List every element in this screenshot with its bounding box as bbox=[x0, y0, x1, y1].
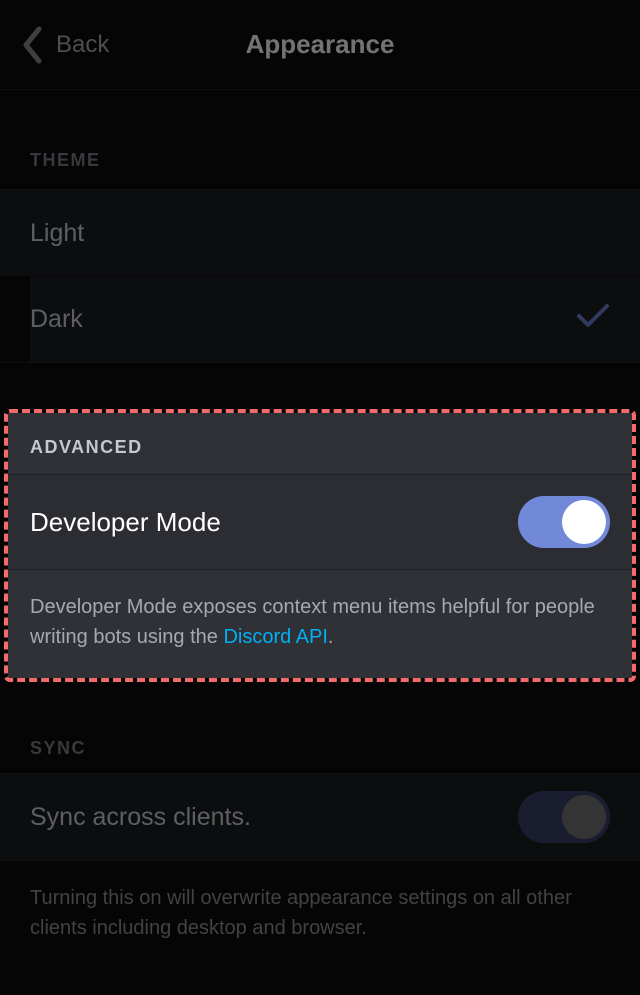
theme-option-light[interactable]: Light bbox=[0, 190, 640, 276]
sync-rows: Sync across clients. bbox=[0, 773, 640, 861]
toggle-knob bbox=[562, 795, 606, 839]
section-header-theme: THEME bbox=[0, 90, 640, 189]
developer-mode-label: Developer Mode bbox=[30, 507, 221, 538]
discord-api-link[interactable]: Discord API bbox=[223, 626, 327, 648]
sync-description: Turning this on will overwrite appearanc… bbox=[0, 861, 640, 969]
theme-option-dark[interactable]: Dark bbox=[30, 276, 640, 362]
description-suffix: . bbox=[328, 626, 334, 648]
theme-option-label: Dark bbox=[30, 305, 83, 334]
section-header-sync: SYNC bbox=[0, 708, 640, 773]
developer-mode-toggle[interactable] bbox=[518, 496, 610, 548]
back-label: Back bbox=[56, 31, 109, 59]
developer-mode-description: Developer Mode exposes context menu item… bbox=[8, 570, 632, 678]
header: Back Appearance bbox=[0, 0, 640, 90]
developer-mode-row: Developer Mode bbox=[8, 474, 632, 570]
chevron-left-icon bbox=[22, 26, 42, 64]
sync-row: Sync across clients. bbox=[0, 774, 640, 860]
theme-option-label: Light bbox=[30, 219, 84, 248]
sync-toggle[interactable] bbox=[518, 791, 610, 843]
section-header-advanced: ADVANCED bbox=[8, 413, 632, 474]
checkmark-icon bbox=[576, 303, 610, 336]
toggle-knob bbox=[562, 500, 606, 544]
advanced-section-highlight: ADVANCED Developer Mode Developer Mode e… bbox=[8, 413, 632, 678]
theme-options: Light Dark bbox=[0, 189, 640, 363]
back-button[interactable]: Back bbox=[0, 26, 109, 64]
sync-label: Sync across clients. bbox=[30, 803, 251, 832]
